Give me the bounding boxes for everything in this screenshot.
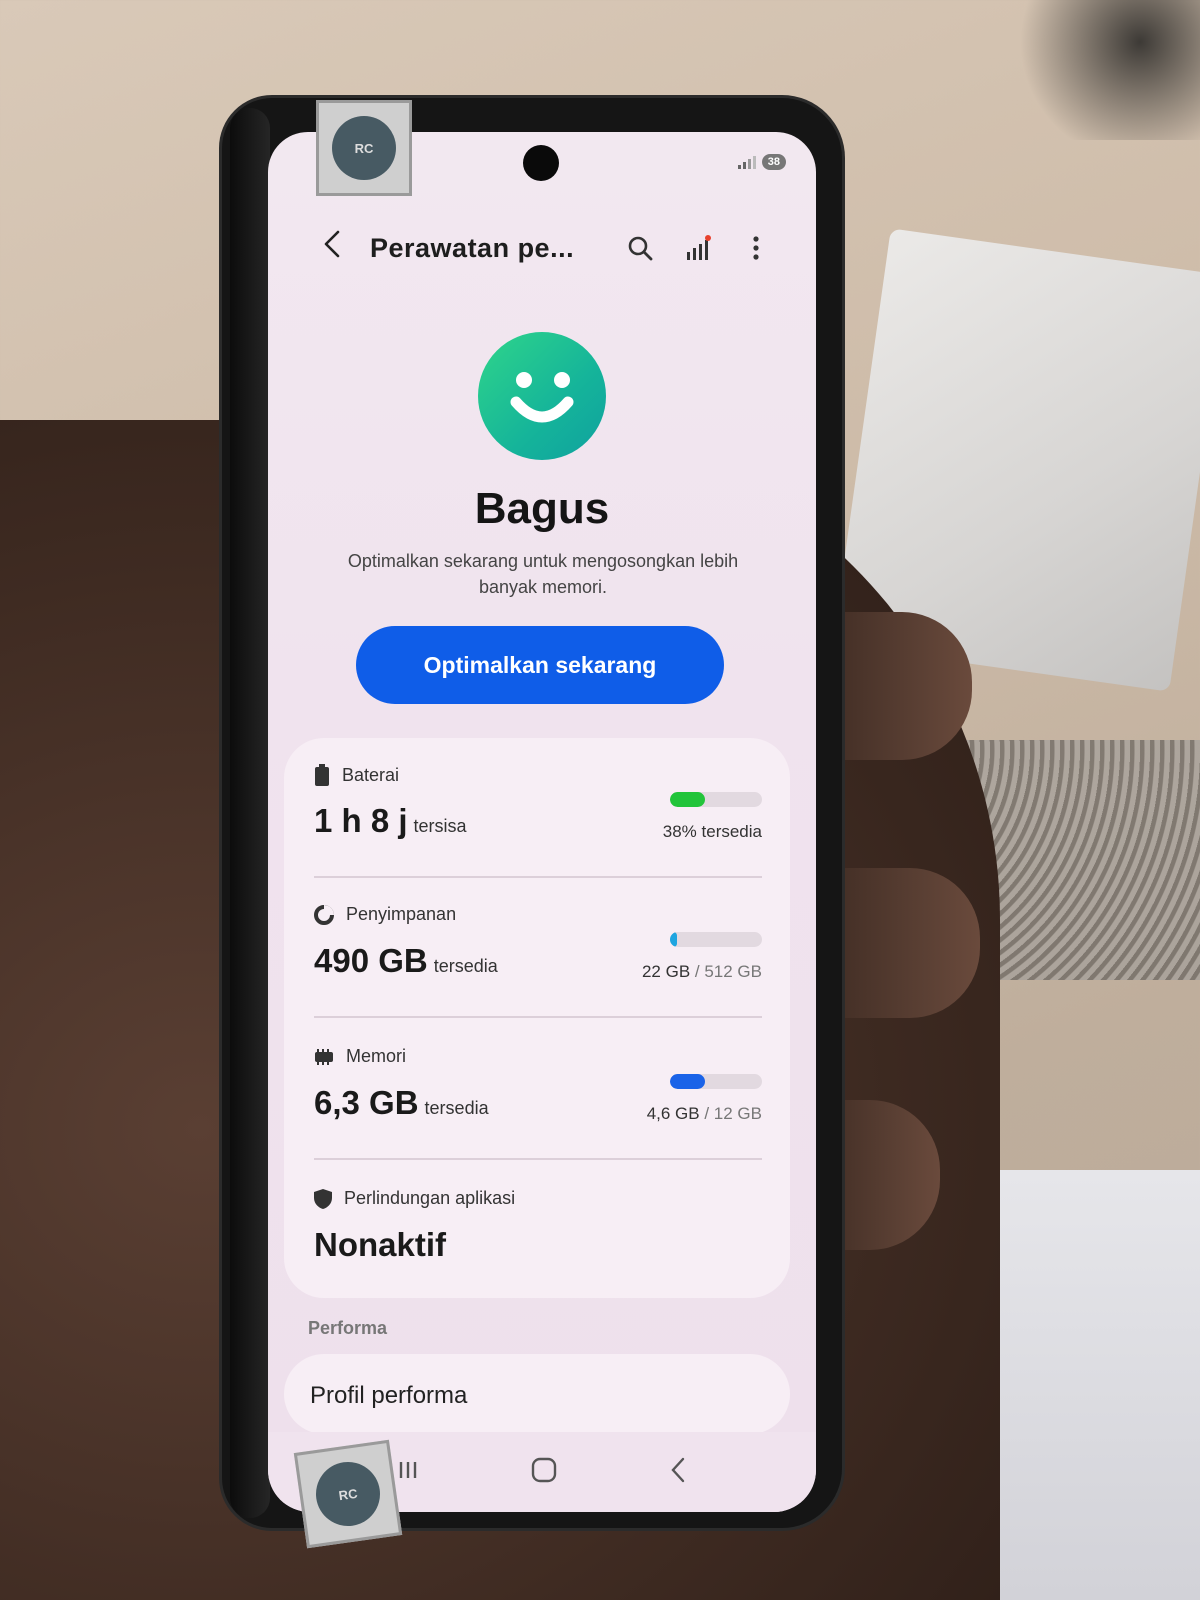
battery-suffix: tersisa [413,816,467,836]
memory-value: 6,3 GB [314,1084,419,1121]
battery-available: 38% tersedia [662,822,762,841]
divider [314,876,762,878]
signal-icon [737,156,756,169]
phone-screen: 38 Perawatan pe... Bagus Optimalkan seka… [268,132,816,1512]
memory-suffix: tersedia [424,1098,489,1118]
battery-value: 1 h 8 j [314,802,408,839]
storage-total: / 512 GB [690,962,762,981]
status-smiley-icon [478,332,606,460]
device-care-card: Baterai 1 h 8 j tersisa 38% tersedia Peny… [284,738,790,1298]
storage-row[interactable]: Penyimpanan 490 GB tersedia 22 GB / 512 G… [314,904,762,1014]
optimize-now-button[interactable]: Optimalkan sekarang [356,626,724,704]
divider [314,1016,762,1018]
device-status-label: Bagus [474,484,610,533]
performance-profile-item[interactable]: Profil performa [284,1354,790,1434]
memory-row[interactable]: Memori 6,3 GB tersedia 4,6 GB / 12 GB [314,1046,762,1156]
recent-apps-icon[interactable] [396,1458,420,1487]
home-icon[interactable] [530,1456,558,1489]
storage-label: Penyimpanan [346,904,457,924]
app-header: Perawatan pe... [268,220,816,276]
battery-progress-bar [670,792,762,807]
battery-icon [315,764,329,786]
storage-used: 22 GB [641,962,691,981]
storage-progress-bar [670,932,762,947]
more-vertical-icon[interactable] [736,228,776,268]
bar-chart-icon[interactable] [678,228,718,268]
memory-chip-icon [315,1048,333,1065]
memory-progress-fill [670,1074,705,1089]
nav-back-icon[interactable] [668,1456,688,1489]
page-title: Perawatan pe... [370,232,575,263]
memory-used: 4,6 GB [646,1104,700,1123]
storage-progress-fill [670,932,678,947]
battery-label: Baterai [342,764,400,785]
seal-sticker-top: RC [316,100,412,196]
status-bar: 38 [737,154,786,170]
shield-icon [314,1188,332,1209]
storage-value: 490 GB [314,942,428,979]
memory-progress-bar [670,1074,762,1089]
front-camera [523,145,559,181]
app-protection-row[interactable]: Perlindungan aplikasi Nonaktif [314,1188,762,1288]
search-icon[interactable] [620,228,660,268]
phone-hinge [230,108,270,1518]
battery-row[interactable]: Baterai 1 h 8 j tersisa 38% tersedia [314,764,762,874]
status-description: Optimalkan sekarang untuk mengosongkan l… [347,551,739,598]
seal-sticker-bottom: RC [293,1439,403,1549]
performance-profile-label: Profil performa [310,1382,468,1409]
battery-level-badge: 38 [761,154,786,170]
storage-suffix: tersedia [433,956,498,976]
storage-pie-icon [314,904,334,925]
app-protection-label: Perlindungan aplikasi [344,1188,516,1208]
performance-section-title: Performa [308,1318,388,1338]
app-protection-value: Nonaktif [314,1226,446,1263]
divider [314,1158,762,1160]
battery-progress-fill [670,792,705,807]
memory-total: / 12 GB [699,1104,762,1123]
back-arrow-icon[interactable] [322,229,342,267]
memory-label: Memori [346,1046,407,1066]
background-object [1000,0,1200,140]
